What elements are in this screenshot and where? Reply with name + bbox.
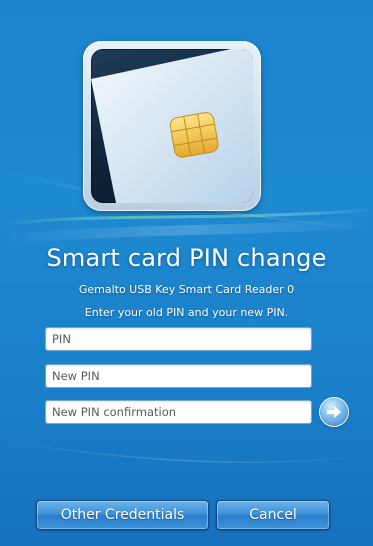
new-pin-input[interactable]: New PIN bbox=[45, 364, 312, 388]
user-tile bbox=[83, 41, 261, 211]
new-pin-confirmation-input[interactable]: New PIN confirmation bbox=[45, 400, 312, 424]
page-title: Smart card PIN change bbox=[46, 244, 327, 272]
instruction-text: Enter your old PIN and your new PIN. bbox=[84, 306, 289, 319]
other-credentials-button[interactable]: Other Credentials bbox=[36, 500, 209, 530]
cancel-button[interactable]: Cancel bbox=[216, 500, 330, 530]
pin-input[interactable]: PIN bbox=[45, 327, 312, 351]
reader-name: Gemalto USB Key Smart Card Reader 0 bbox=[78, 283, 295, 296]
smart-card-icon bbox=[91, 49, 253, 203]
submit-button[interactable] bbox=[320, 398, 348, 426]
arrow-right-icon bbox=[327, 406, 341, 418]
